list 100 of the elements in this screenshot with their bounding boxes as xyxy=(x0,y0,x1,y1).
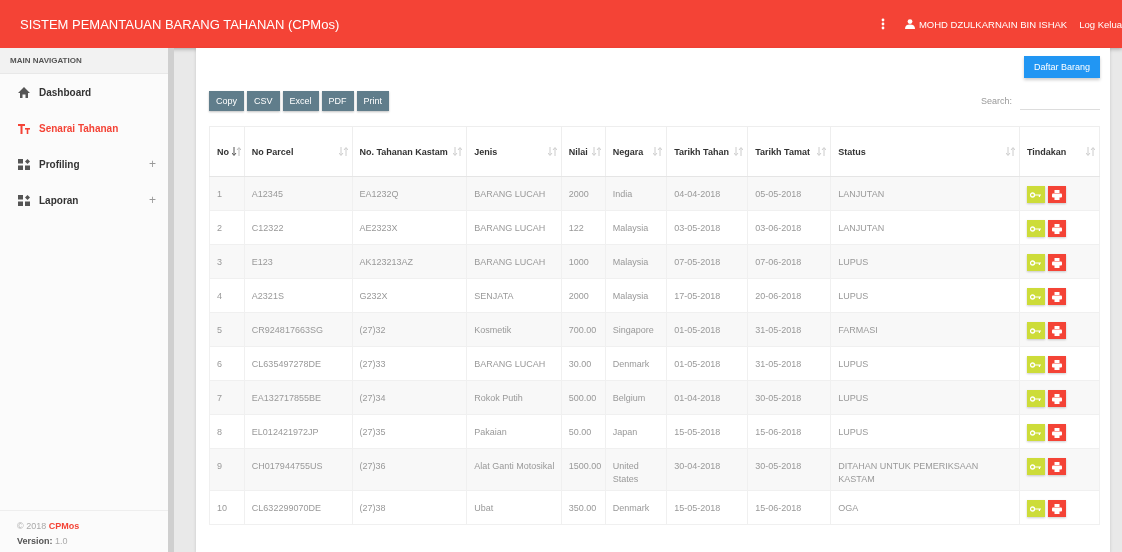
table-cell: 15-06-2018 xyxy=(747,414,831,449)
table-cell: 50.00 xyxy=(561,414,606,449)
table-cell: Alat Ganti Motosikal xyxy=(466,448,562,491)
table-cell: (27)34 xyxy=(352,380,467,415)
print-button[interactable] xyxy=(1047,186,1066,203)
print-button[interactable] xyxy=(1047,288,1066,305)
table-cell: 07-06-2018 xyxy=(747,244,831,279)
table-cell: BARANG LUCAH xyxy=(466,210,562,245)
table-cell: 03-06-2018 xyxy=(747,210,831,245)
sidebar-item[interactable]: Profiling + xyxy=(0,146,168,182)
printer-icon xyxy=(1051,461,1062,472)
table-cell: Malaysia xyxy=(605,210,667,245)
column-header[interactable]: No xyxy=(209,126,245,177)
table-cell: DITAHAN UNTUK PEMERIKSAAN KASTAM xyxy=(830,448,1020,491)
table-cell: AE2323X xyxy=(352,210,467,245)
key-icon xyxy=(1030,429,1042,436)
export-button[interactable]: CSV xyxy=(247,91,280,111)
table-cell: 8 xyxy=(209,414,245,449)
export-button[interactable]: PDF xyxy=(321,91,354,111)
logout-link[interactable]: Log Kelua xyxy=(1079,18,1122,30)
table-cell: 350.00 xyxy=(561,490,606,525)
table-cell: G232X xyxy=(352,278,467,313)
print-button[interactable] xyxy=(1047,220,1066,237)
table-cell: LANJUTAN xyxy=(830,210,1020,245)
key-icon xyxy=(1030,463,1042,470)
table-cell: BARANG LUCAH xyxy=(466,176,562,211)
table-cell: BARANG LUCAH xyxy=(466,244,562,279)
table-cell: 15-05-2018 xyxy=(666,490,748,525)
table-cell: 1500.00 xyxy=(561,448,606,491)
printer-icon xyxy=(1051,325,1062,336)
column-header[interactable]: No Parcel xyxy=(244,126,352,177)
table-cell: 2000 xyxy=(561,278,606,313)
sidebar-item[interactable]: Dashboard xyxy=(0,74,168,110)
column-header[interactable]: Tarikh Tahan xyxy=(666,126,748,177)
column-header[interactable]: Tarikh Tamat xyxy=(747,126,831,177)
table-cell: Japan xyxy=(605,414,667,449)
nav-heading: MAIN NAVIGATION xyxy=(0,48,168,74)
export-button[interactable]: Print xyxy=(356,91,390,111)
table-cell: 30-05-2018 xyxy=(747,448,831,491)
printer-icon xyxy=(1051,223,1062,234)
table-cell: SENJATA xyxy=(466,278,562,313)
key-icon xyxy=(1030,293,1042,300)
table-cell: Ubat xyxy=(466,490,562,525)
printer-icon xyxy=(1051,393,1062,404)
print-button[interactable] xyxy=(1047,390,1066,407)
column-header[interactable]: Status xyxy=(830,126,1020,177)
table-cell: Belgium xyxy=(605,380,667,415)
print-button[interactable] xyxy=(1047,254,1066,271)
table-cell: CH017944755US xyxy=(244,448,352,491)
table-cell: 17-05-2018 xyxy=(666,278,748,313)
print-button[interactable] xyxy=(1047,500,1066,517)
table-cell: 122 xyxy=(561,210,606,245)
printer-icon xyxy=(1051,427,1062,438)
key-icon xyxy=(1030,259,1042,266)
table-cell: 15-06-2018 xyxy=(747,490,831,525)
table-cell: (27)32 xyxy=(352,312,467,347)
table-cell: 1 xyxy=(209,176,245,211)
table-cell: LUPUS xyxy=(830,346,1020,381)
table-cell: 31-05-2018 xyxy=(747,312,831,347)
table-cell: CL635497278DE xyxy=(244,346,352,381)
table-cell: C12322 xyxy=(244,210,352,245)
print-button[interactable] xyxy=(1047,458,1066,475)
print-button[interactable] xyxy=(1047,356,1066,373)
printer-icon xyxy=(1051,503,1062,514)
sidebar-item[interactable]: Laporan + xyxy=(0,182,168,218)
column-header[interactable]: No. Tahanan Kastam xyxy=(352,126,467,177)
table-cell: 2 xyxy=(209,210,245,245)
print-button[interactable] xyxy=(1047,424,1066,441)
table-cell: Denmark xyxy=(605,490,667,525)
widgets-icon xyxy=(18,194,30,206)
column-header[interactable]: Nilai xyxy=(561,126,606,177)
table-cell: 4 xyxy=(209,278,245,313)
table-cell: FARMASI xyxy=(830,312,1020,347)
table-cell: (27)33 xyxy=(352,346,467,381)
table-cell: 9 xyxy=(209,448,245,491)
column-header[interactable]: Tindakan xyxy=(1019,126,1100,177)
printer-icon xyxy=(1051,291,1062,302)
table-cell: 500.00 xyxy=(561,380,606,415)
table-cell: E123 xyxy=(244,244,352,279)
copyright-text: © 2018 CPMos xyxy=(17,521,81,531)
table-cell: India xyxy=(605,176,667,211)
table-cell: Malaysia xyxy=(605,278,667,313)
home-icon xyxy=(18,86,30,98)
column-header[interactable]: Negara xyxy=(605,126,667,177)
table-cell: 700.00 xyxy=(561,312,606,347)
expand-icon: + xyxy=(149,157,156,171)
print-button[interactable] xyxy=(1047,322,1066,339)
table-cell: Singapore xyxy=(605,312,667,347)
person-icon xyxy=(904,19,915,29)
column-header[interactable]: Jenis xyxy=(466,126,562,177)
table-cell: 05-05-2018 xyxy=(747,176,831,211)
export-button[interactable]: Excel xyxy=(282,91,319,111)
sidebar-item[interactable]: Senarai Tahanan xyxy=(0,110,168,146)
table-cell: CR924817663SG xyxy=(244,312,352,347)
table-cell: (27)36 xyxy=(352,448,467,491)
key-icon xyxy=(1030,361,1042,368)
export-button[interactable]: Copy xyxy=(209,91,244,111)
table-cell: 7 xyxy=(209,380,245,415)
printer-icon xyxy=(1051,189,1062,200)
user-menu-link[interactable]: MOHD DZULKARNAIN BIN ISHAK xyxy=(904,18,1068,30)
